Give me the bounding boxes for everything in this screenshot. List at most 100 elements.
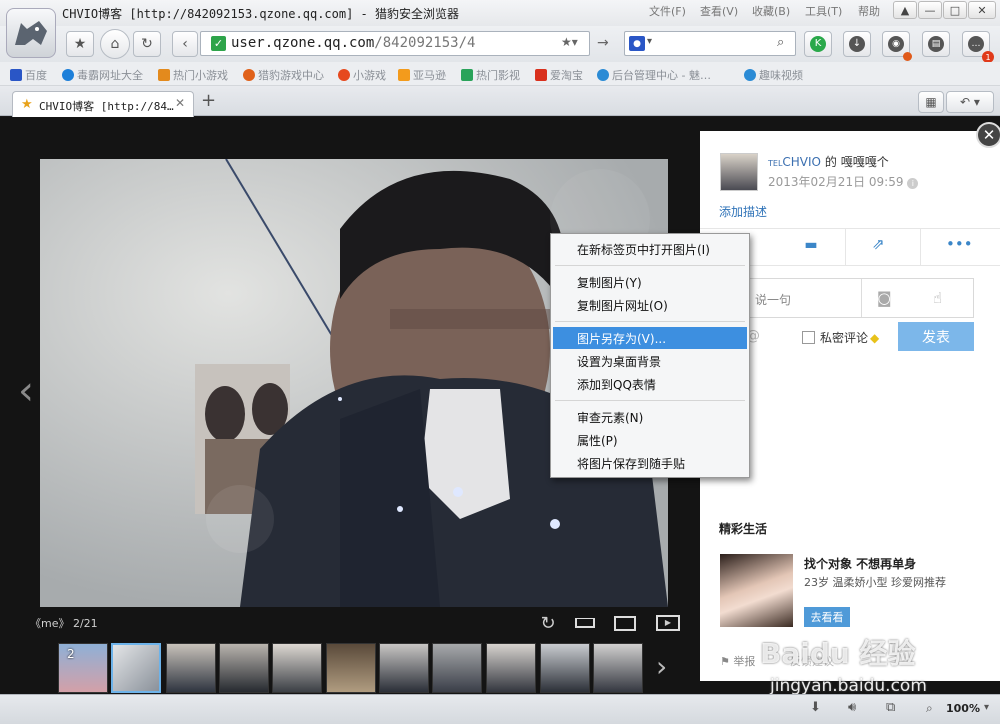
search-icon[interactable]: ⌕ — [777, 35, 784, 50]
fit-size-button[interactable] — [572, 613, 598, 633]
secure-check-icon: ✓ — [211, 36, 226, 51]
home-button[interactable]: ⌂ — [100, 29, 130, 59]
publish-button[interactable]: 发表 — [898, 322, 974, 351]
avatar[interactable] — [720, 153, 758, 191]
close-window-button[interactable]: ✕ — [968, 1, 996, 19]
menu-help[interactable]: 帮助 — [858, 3, 880, 19]
bookmark-taobao[interactable]: 爱淘宝 — [535, 67, 583, 83]
bookmark-fun-videos[interactable]: 趣味视频 — [744, 67, 803, 83]
photo-timestamp: 2013年02月21日 09:59 i — [768, 173, 919, 190]
menu-item-copy-image-url[interactable]: 复制图片网址(O) — [553, 294, 747, 316]
bookmark-mini-games[interactable]: 热门小游戏 — [158, 67, 228, 83]
share-icon[interactable]: ⇗ — [872, 235, 885, 253]
divider — [700, 228, 1000, 229]
minimize-button[interactable]: — — [918, 1, 942, 19]
thumbnail-5[interactable] — [272, 643, 322, 693]
tab-close-icon[interactable]: ✕ — [175, 96, 185, 110]
thumbnail-2-selected[interactable] — [111, 643, 161, 693]
thumbnail-11[interactable] — [593, 643, 643, 693]
maximize-button[interactable]: □ — [943, 1, 967, 19]
undo-icon: ↶ ▾ — [960, 95, 980, 109]
more-options-icon[interactable]: ••• — [946, 235, 973, 253]
zoom-level[interactable]: 100% — [946, 702, 980, 715]
download-button[interactable]: ↓ — [843, 31, 871, 57]
menu-item-add-to-qq-emoji[interactable]: 添加到QQ表情 — [553, 373, 747, 395]
private-comment-checkbox[interactable] — [802, 331, 815, 344]
bookmark-duba[interactable]: 毒霸网址大全 — [62, 67, 143, 83]
menu-item-open-in-new-tab[interactable]: 在新标签页中打开图片(I) — [553, 238, 747, 260]
section-title: 精彩生活 — [719, 522, 768, 536]
menu-item-inspect-element[interactable]: 审查元素(N) — [553, 406, 747, 428]
menu-view[interactable]: 查看(V) — [700, 3, 738, 19]
ad-title[interactable]: 找个对象 不想再单身 — [804, 555, 916, 572]
menu-item-properties[interactable]: 属性(P) — [553, 429, 747, 451]
zoom-icon: ⌕ — [926, 701, 933, 715]
volume-icon[interactable]: 🔊︎ — [848, 700, 856, 715]
ad-image[interactable] — [720, 554, 793, 627]
fire-icon — [338, 69, 350, 81]
window-title: CHVIO博客 [http://842092153.qzone.qq.com] … — [62, 7, 459, 21]
bookmark-amazon[interactable]: 亚马逊 — [398, 67, 446, 83]
menu-file[interactable]: 文件(F) — [649, 3, 686, 19]
tools-button[interactable]: ▤ — [922, 31, 950, 57]
thumbnail-8[interactable] — [432, 643, 482, 693]
close-viewer-button[interactable]: ✕ — [976, 122, 1000, 148]
tab-grid-button[interactable]: ▦ — [918, 91, 944, 113]
menu-item-set-wallpaper[interactable]: 设置为桌面背景 — [553, 350, 747, 372]
ad-button[interactable]: 去看看 — [804, 607, 850, 627]
bookmark-small-games[interactable]: 小游戏 — [338, 67, 386, 83]
chevron-down-icon[interactable]: ▾ — [647, 36, 652, 47]
thumbnail-3[interactable] — [166, 643, 216, 693]
go-arrow-icon[interactable]: → — [597, 35, 609, 51]
new-tab-button[interactable]: + — [201, 90, 216, 111]
info-icon[interactable]: i — [907, 178, 919, 189]
back-button[interactable]: ‹ — [172, 31, 198, 57]
next-thumbs-button[interactable]: › — [656, 650, 667, 683]
refresh-button[interactable]: ↻ — [133, 31, 161, 57]
menu-item-save-to-notes[interactable]: 将图片保存到随手贴 — [553, 452, 747, 474]
prev-photo-button[interactable]: ‹ — [18, 368, 34, 414]
watermark-url: jingyan.baidu.com — [770, 676, 927, 696]
undo-close-button[interactable]: ↶ ▾ — [946, 91, 994, 113]
bookmark-baidu[interactable]: 百度 — [10, 67, 47, 83]
download-status-icon[interactable]: ⬇ — [810, 700, 821, 715]
favorite-button[interactable]: ★ — [66, 31, 94, 57]
menu-tools[interactable]: 工具(T) — [805, 3, 842, 19]
skin-button[interactable]: ▲ — [893, 1, 917, 19]
menu-item-save-image-as[interactable]: 图片另存为(V)... — [553, 327, 747, 349]
close-icon: ✕ — [982, 126, 996, 144]
report-link[interactable]: ⚑ 举报 — [720, 653, 755, 669]
chevron-left-icon: ‹ — [18, 368, 34, 414]
address-bar[interactable]: ✓ user.qzone.qq.com/842092153/4 ★▾ — [200, 31, 590, 56]
rotate-button[interactable]: ↻ — [535, 613, 561, 634]
thumbnail-7[interactable] — [379, 643, 429, 693]
thumbnail-10[interactable] — [540, 643, 590, 693]
thumbnail-4[interactable] — [219, 643, 269, 693]
bookmark-admin[interactable]: 后台管理中心 - 魅… — [597, 67, 711, 83]
menu-item-copy-image[interactable]: 复制图片(Y) — [553, 271, 747, 293]
bookmark-game-center[interactable]: 猎豹游戏中心 — [243, 67, 324, 83]
bookmark-movies[interactable]: 热门影视 — [461, 67, 520, 83]
menu-favorites[interactable]: 收藏(B) — [752, 3, 790, 19]
comment-icon[interactable]: ▬ — [800, 237, 822, 255]
k-extension-button[interactable]: K — [804, 31, 832, 57]
thumbnail-9[interactable] — [486, 643, 536, 693]
author-link[interactable]: CHVIO — [782, 155, 821, 169]
add-description-link[interactable]: 添加描述 — [719, 203, 767, 220]
slideshow-button[interactable]: ▶ — [655, 613, 681, 633]
fullscreen-button[interactable] — [612, 613, 638, 633]
thumb-up-icon[interactable]: ☝ — [933, 289, 942, 307]
thumbnail-1[interactable]: 2 — [58, 643, 108, 693]
rating-star-icon[interactable]: ★▾ — [561, 35, 578, 49]
comment-input[interactable]: 说一句 ◙ ☝ — [748, 278, 974, 318]
camera-icon[interactable]: ◙ — [877, 289, 892, 307]
url-text[interactable]: user.qzone.qq.com/842092153/4 — [231, 35, 475, 51]
search-input[interactable]: ● ▾ ⌕ — [624, 31, 796, 56]
baidu-icon — [10, 69, 22, 81]
thumbnail-6[interactable] — [326, 643, 376, 693]
browser-logo[interactable] — [6, 8, 56, 58]
window-mode-icon[interactable]: ⧉ — [886, 700, 895, 715]
minimize-icon: — — [924, 3, 936, 17]
zoom-dropdown-icon[interactable]: ▾ — [984, 702, 989, 713]
tab-active[interactable]: ★ CHVIO博客 [http://84… ✕ — [12, 91, 194, 117]
